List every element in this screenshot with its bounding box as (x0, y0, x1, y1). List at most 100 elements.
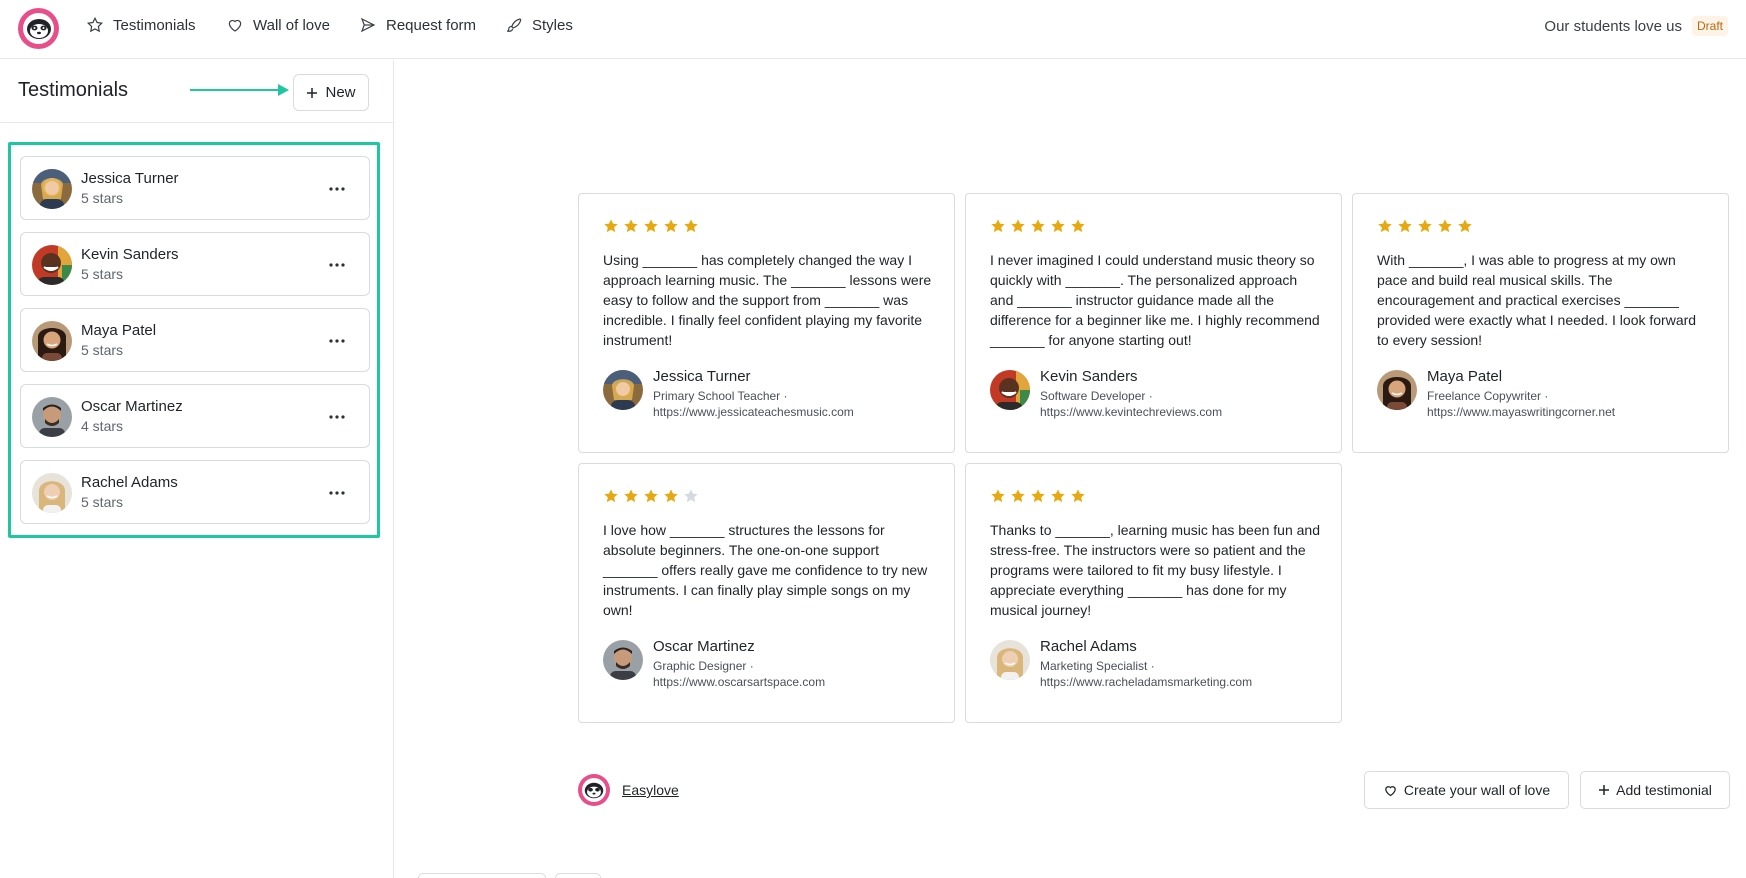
avatar (32, 169, 72, 209)
create-wall-of-love-button[interactable]: Create your wall of love (1364, 771, 1569, 809)
testimonial-author: Maya Patel Freelance Copywriter · https:… (1377, 368, 1615, 420)
bottom-control[interactable] (555, 873, 601, 878)
star-filled-icon (624, 489, 638, 503)
testimonial-list-item[interactable]: Jessica Turner 5 stars (20, 156, 370, 220)
star-filled-icon (624, 219, 638, 233)
more-options-icon[interactable] (327, 331, 347, 351)
star-filled-icon (1031, 489, 1045, 503)
nav-item-request-form[interactable]: Request form (359, 16, 476, 34)
star-filled-icon (644, 219, 658, 233)
brush-icon (507, 18, 522, 32)
author-role: Freelance Copywriter · (1427, 389, 1549, 403)
testimonial-rating: 5 stars (81, 190, 124, 206)
testimonial-card: With _______, I was able to progress at … (1352, 193, 1729, 453)
brand-link[interactable]: Easylove (622, 782, 679, 798)
project-name[interactable]: Our students love us (1544, 18, 1682, 35)
app-logo[interactable] (18, 8, 59, 49)
testimonial-rating: 4 stars (81, 418, 124, 434)
more-options-icon[interactable] (327, 483, 347, 503)
testimonial-card: Using _______ has completely changed the… (578, 193, 955, 453)
star-empty-icon (684, 489, 698, 503)
heart-icon (1385, 785, 1396, 796)
star-rating (603, 218, 699, 234)
testimonial-card: I never imagined I could understand musi… (965, 193, 1342, 453)
bottom-control[interactable] (418, 873, 546, 878)
star-icon (86, 16, 104, 33)
author-role: Marketing Specialist · (1040, 659, 1155, 673)
avatar (32, 321, 72, 361)
star-filled-icon (991, 489, 1005, 503)
star-filled-icon (1438, 219, 1452, 233)
avatar (32, 397, 72, 437)
nav-item-label: Wall of love (253, 16, 330, 34)
project-status: Our students love us Draft (1544, 16, 1728, 36)
star-filled-icon (1458, 219, 1472, 233)
author-url[interactable]: https://www.jessicateachesmusic.com (653, 404, 854, 420)
more-options-icon[interactable] (327, 407, 347, 427)
testimonial-rating: 5 stars (81, 342, 124, 358)
sloth-icon (584, 782, 604, 798)
testimonial-name: Maya Patel (81, 322, 157, 339)
avatar (990, 370, 1030, 410)
star-filled-icon (1418, 219, 1432, 233)
testimonial-author: Oscar Martinez Graphic Designer · https:… (603, 638, 825, 690)
star-rating (990, 488, 1086, 504)
testimonial-name: Rachel Adams (81, 474, 178, 491)
plus-icon (307, 87, 318, 98)
author-name: Oscar Martinez (653, 638, 755, 655)
author-name: Rachel Adams (1040, 638, 1137, 655)
testimonial-list-item[interactable]: Rachel Adams 5 stars (20, 460, 370, 524)
star-filled-icon (1011, 489, 1025, 503)
testimonial-rating: 5 stars (81, 494, 124, 510)
add-testimonial-button[interactable]: Add testimonial (1580, 771, 1730, 809)
author-url[interactable]: https://www.racheladamsmarketing.com (1040, 674, 1252, 690)
testimonial-rating: 5 stars (81, 266, 124, 282)
testimonial-list-item[interactable]: Kevin Sanders 5 stars (20, 232, 370, 296)
author-url[interactable]: https://www.oscarsartspace.com (653, 674, 825, 690)
star-rating (1377, 218, 1473, 234)
star-filled-icon (1071, 219, 1085, 233)
new-testimonial-button[interactable]: New (293, 74, 369, 111)
nav-item-wall-of-love[interactable]: Wall of love (226, 16, 330, 34)
sloth-icon (26, 18, 51, 39)
testimonial-quote: With _______, I was able to progress at … (1377, 252, 1697, 348)
author-url[interactable]: https://www.mayaswritingcorner.net (1427, 404, 1615, 420)
more-options-icon[interactable] (327, 255, 347, 275)
nav-item-label: Styles (532, 16, 573, 34)
star-filled-icon (604, 489, 618, 503)
author-role: Software Developer · (1040, 389, 1153, 403)
star-filled-icon (1051, 219, 1065, 233)
testimonial-quote: Using _______ has completely changed the… (603, 252, 932, 348)
testimonial-author: Kevin Sanders Software Developer · https… (990, 368, 1222, 420)
testimonial-author: Jessica Turner Primary School Teacher · … (603, 368, 854, 420)
testimonial-list-item[interactable]: Maya Patel 5 stars (20, 308, 370, 372)
avatar (32, 473, 72, 513)
star-filled-icon (664, 219, 678, 233)
testimonial-name: Oscar Martinez (81, 398, 183, 415)
author-name: Maya Patel (1427, 368, 1503, 385)
author-name: Jessica Turner (653, 368, 751, 385)
star-filled-icon (1051, 489, 1065, 503)
author-url[interactable]: https://www.kevintechreviews.com (1040, 404, 1222, 420)
footer-brand: Easylove (578, 774, 679, 806)
star-filled-icon (1011, 219, 1025, 233)
new-button-label: New (325, 84, 356, 101)
star-filled-icon (1378, 219, 1392, 233)
star-filled-icon (604, 219, 618, 233)
more-options-icon[interactable] (327, 179, 347, 199)
star-filled-icon (991, 219, 1005, 233)
nav-item-testimonials[interactable]: Testimonials (86, 16, 196, 34)
testimonial-card: I love how _______ structures the lesson… (578, 463, 955, 723)
star-rating (990, 218, 1086, 234)
testimonial-author: Rachel Adams Marketing Specialist · http… (990, 638, 1252, 690)
star-filled-icon (1031, 219, 1045, 233)
star-rating (603, 488, 699, 504)
create-wall-label: Create your wall of love (1403, 782, 1551, 798)
star-filled-icon (644, 489, 658, 503)
top-nav: Testimonials Wall of love Request form S… (0, 0, 1746, 59)
testimonial-list-item[interactable]: Oscar Martinez 4 stars (20, 384, 370, 448)
author-role: Primary School Teacher · (653, 389, 788, 403)
nav-item-styles[interactable]: Styles (505, 16, 573, 34)
sidebar-header: Testimonials New (0, 60, 393, 123)
avatar (603, 370, 643, 410)
